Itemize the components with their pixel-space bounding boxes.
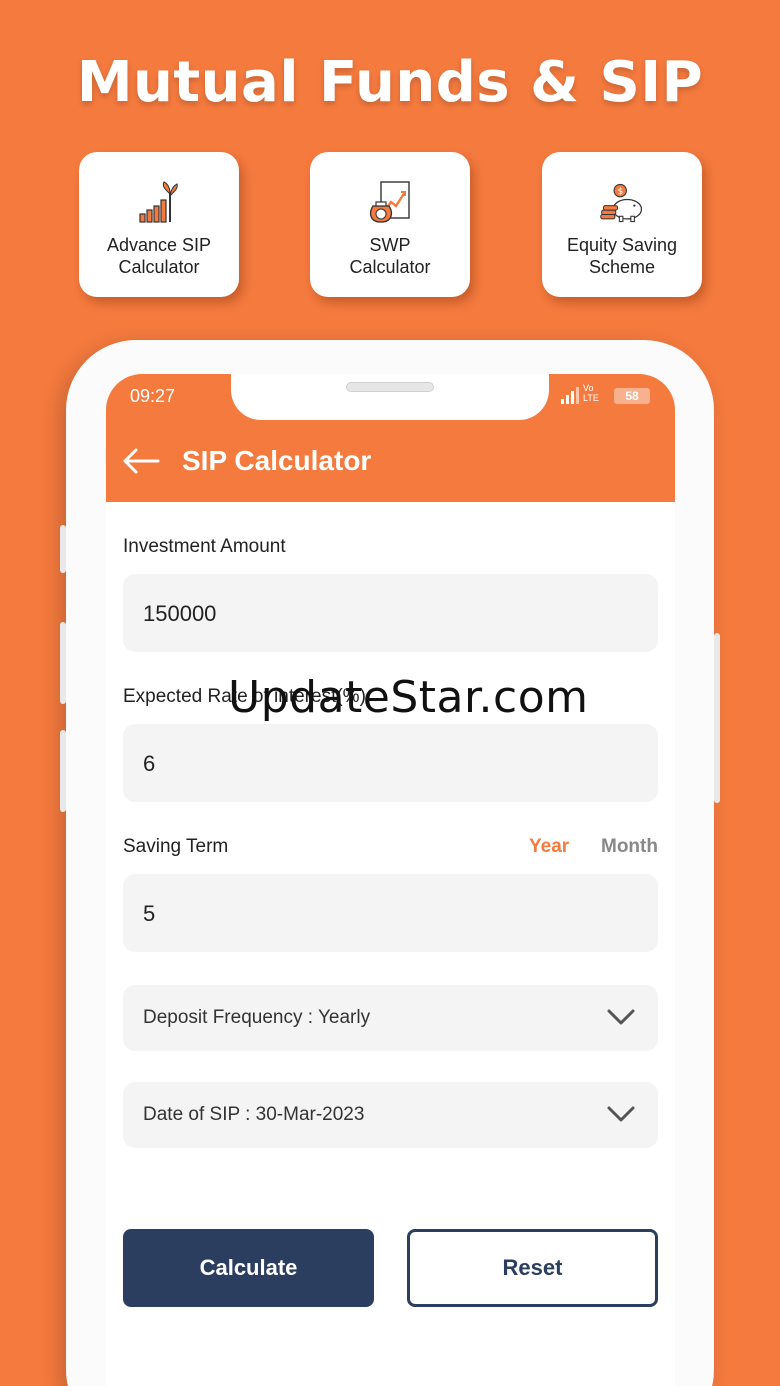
phone-notch: [231, 374, 549, 420]
banner-title: Mutual Funds & SIP: [76, 50, 704, 115]
phone-side-button: [714, 633, 720, 803]
page-title: SIP Calculator: [182, 445, 372, 476]
signal-icon: [561, 387, 579, 404]
saving-term-value: 5: [143, 901, 156, 926]
app-bar: SIP Calculator: [106, 422, 675, 502]
network-type: Vo LTE: [583, 383, 599, 403]
phone-side-button: [60, 622, 66, 704]
rate-of-interest-input[interactable]: 6: [123, 724, 658, 802]
speaker-grille: [346, 382, 434, 392]
phone-side-button: [60, 525, 66, 573]
piggy-bank-icon: $: [600, 183, 643, 223]
feature-label: Equity Saving Scheme: [566, 235, 678, 277]
calculate-button[interactable]: Calculate: [123, 1229, 374, 1307]
chevron-down-icon: [607, 1009, 635, 1025]
feature-label: SWP Calculator: [349, 235, 431, 277]
sip-date-value: Date of SIP : 30-Mar-2023: [143, 1104, 365, 1125]
back-arrow-icon[interactable]: [122, 446, 160, 476]
feature-card-equity-saving[interactable]: $ Equity Saving Scheme: [542, 152, 702, 297]
chevron-down-icon: [607, 1106, 635, 1122]
term-year-toggle[interactable]: Year: [529, 836, 569, 858]
money-bag-chart-icon: [369, 181, 410, 223]
feature-label: Advance SIP Calculator: [106, 235, 212, 277]
reset-button[interactable]: Reset: [407, 1229, 658, 1307]
deposit-frequency-select[interactable]: Deposit Frequency : Yearly: [123, 985, 658, 1051]
battery-indicator: 58: [614, 388, 650, 404]
feature-card-swp[interactable]: SWP Calculator: [310, 152, 470, 297]
watermark: UpdateStar.com: [228, 672, 589, 723]
deposit-frequency-value: Deposit Frequency : Yearly: [143, 1007, 371, 1028]
investment-amount-label: Investment Amount: [123, 536, 286, 557]
saving-term-label: Saving Term: [123, 836, 229, 857]
sip-date-select[interactable]: Date of SIP : 30-Mar-2023: [123, 1082, 658, 1148]
investment-amount-value: 150000: [143, 601, 217, 626]
app-screen: 09:27 Vo LTE 58 SIP Calculator Investmen…: [106, 374, 675, 1386]
term-month-toggle[interactable]: Month: [601, 836, 658, 858]
status-time: 09:27: [130, 386, 176, 406]
rate-of-interest-value: 6: [143, 751, 156, 776]
investment-amount-input[interactable]: 150000: [123, 574, 658, 652]
phone-side-button: [60, 730, 66, 812]
saving-term-input[interactable]: 5: [123, 874, 658, 952]
svg-text:$: $: [618, 187, 624, 197]
growth-chart-icon: [139, 181, 178, 223]
feature-card-advance-sip[interactable]: Advance SIP Calculator: [79, 152, 239, 297]
